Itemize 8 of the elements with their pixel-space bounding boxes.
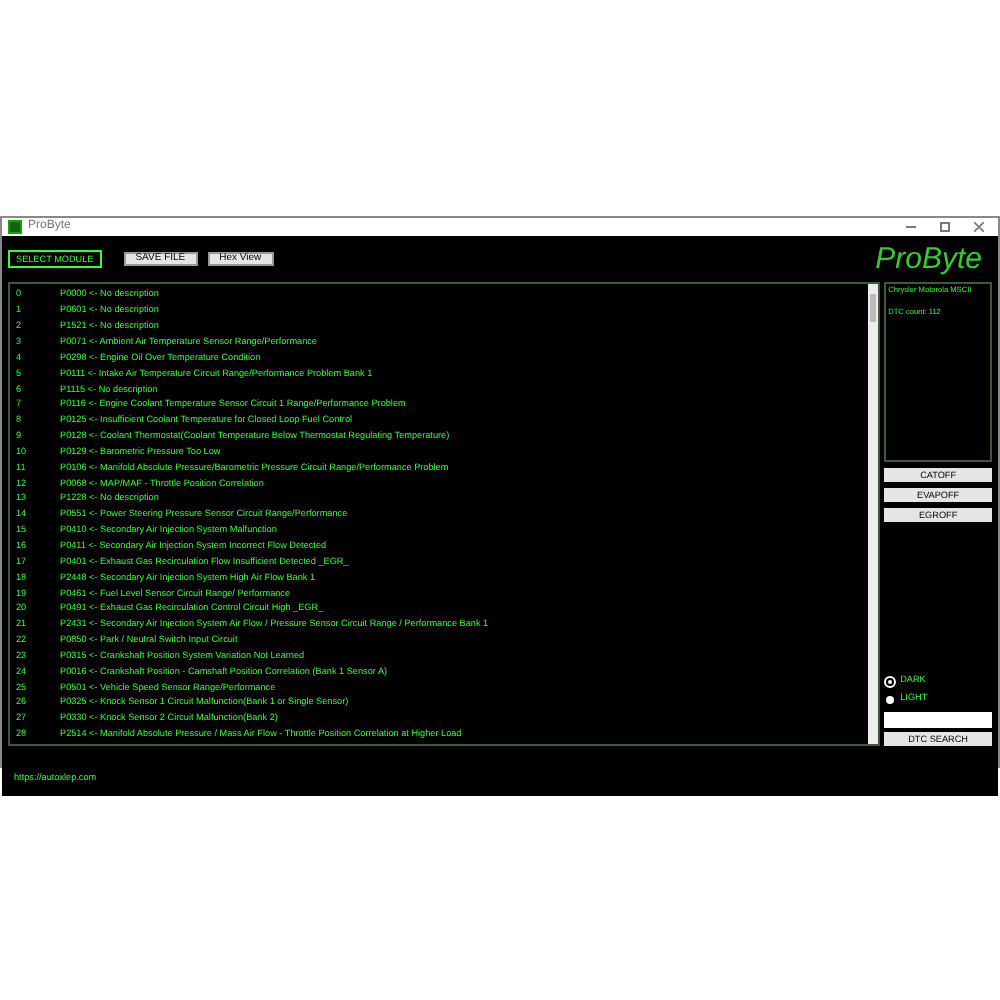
app-icon bbox=[8, 220, 22, 234]
close-icon[interactable] bbox=[974, 222, 984, 232]
maximize-icon[interactable] bbox=[940, 222, 950, 232]
logo: ProByte bbox=[875, 241, 982, 277]
scrollbar[interactable] bbox=[868, 284, 879, 744]
radio-button[interactable] bbox=[886, 695, 895, 704]
radio-button[interactable] bbox=[886, 677, 895, 686]
search-field[interactable] bbox=[884, 712, 992, 728]
